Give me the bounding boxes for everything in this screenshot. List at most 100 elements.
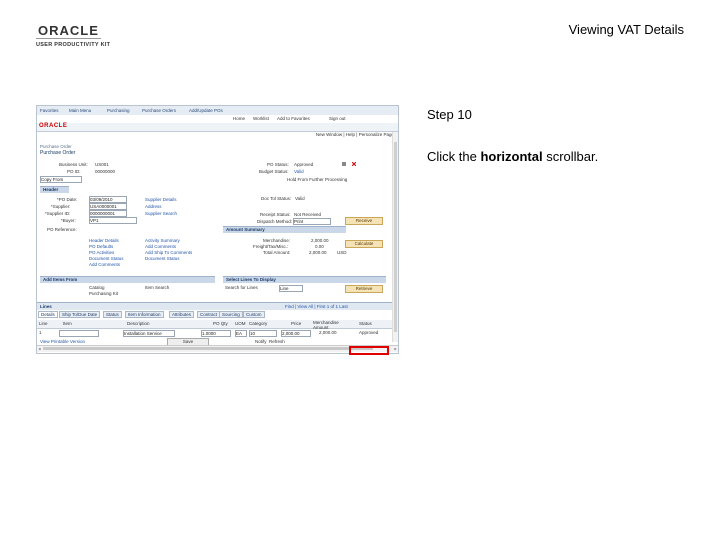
menu-item[interactable]: Home: [233, 116, 245, 121]
doc-tol-label: Doc Tol Status:: [261, 196, 292, 201]
add-comments-link[interactable]: Add Comments: [89, 262, 120, 267]
po-reference-label: PO Reference:: [47, 227, 77, 232]
supplier-id-field[interactable]: 0000000001: [89, 210, 127, 217]
buyer-field[interactable]: VP1: [89, 217, 137, 224]
header-details-link[interactable]: Header Details: [89, 238, 119, 243]
amount-summary-section[interactable]: Amount Summary: [223, 226, 346, 233]
hold-checkbox-label[interactable]: Hold From Further Processing: [287, 177, 347, 182]
receive-button[interactable]: Receive: [345, 217, 383, 225]
calculate-button[interactable]: Calculate: [345, 240, 383, 248]
cell-item[interactable]: [59, 330, 99, 337]
scroll-left-arrow-icon[interactable]: ◂: [37, 346, 42, 351]
catalog-label[interactable]: Catalog: [89, 285, 105, 290]
notify-link[interactable]: Notify: [255, 339, 267, 344]
col-merchandise-amount: Merchandise Amount: [313, 320, 339, 330]
merchandise-value: 2,000.00: [311, 238, 329, 243]
tab-sourcing[interactable]: Sourcing: [219, 311, 243, 318]
copy-from-select[interactable]: Copy From: [40, 176, 82, 183]
click-target-highlight[interactable]: [349, 346, 389, 355]
business-unit-value: US001: [95, 162, 109, 167]
header-section[interactable]: Header: [40, 186, 69, 193]
tab-ship-to[interactable]: Ship To/Due Date: [59, 311, 101, 318]
nav-item[interactable]: Main Menu: [69, 108, 91, 113]
cell-po-qty[interactable]: 1.0000: [201, 330, 231, 337]
save-icon[interactable]: [342, 162, 346, 166]
step-instruction: Click the horizontal scrollbar.: [427, 149, 598, 164]
col-description: Description: [127, 321, 150, 326]
tab-contract[interactable]: Contract: [197, 311, 221, 318]
instruction-bold: horizontal: [480, 149, 543, 164]
supplier-search-link[interactable]: Supplier Search: [145, 211, 177, 216]
grid-navigation[interactable]: Find | View All | First 1 of 1 Last: [285, 304, 348, 309]
po-status-label: PO Status:: [267, 162, 289, 167]
address-link[interactable]: Address: [145, 204, 162, 209]
freight-value: 0.00: [315, 244, 324, 249]
document-status-link-2[interactable]: Document Status: [145, 256, 180, 261]
menu-item[interactable]: Add to Favorites: [277, 116, 310, 121]
activity-summary-link[interactable]: Activity Summary: [145, 238, 180, 243]
tab-attributes[interactable]: Attributes: [169, 311, 195, 318]
line-select[interactable]: Line: [279, 285, 303, 292]
doc-tol-value: Valid: [295, 196, 305, 201]
lines-grid-title: Lines: [40, 304, 52, 309]
grid-tabs: Details Ship To/Due Date Status Item Inf…: [37, 311, 398, 318]
printable-version-link[interactable]: View Printable Version: [40, 339, 85, 344]
delete-icon[interactable]: [352, 162, 356, 166]
col-item: Item: [63, 321, 72, 326]
menu-bar: Home Worklist Add to Favorites Sign out: [37, 115, 398, 123]
po-activities-link[interactable]: PO Activities: [89, 250, 114, 255]
po-defaults-link[interactable]: PO Defaults: [89, 244, 113, 249]
cell-category[interactable]: 10: [249, 330, 277, 337]
ship-to-comments-link[interactable]: Add Ship To Comments: [145, 250, 192, 255]
instruction-prefix: Click the: [427, 149, 481, 164]
add-items-section[interactable]: Add Items From: [40, 276, 215, 283]
add-comments-link-2[interactable]: Add Comments: [145, 244, 176, 249]
nav-item[interactable]: Purchase Orders: [142, 108, 176, 113]
tab-status[interactable]: Status: [103, 311, 122, 318]
freight-label: Freight/Tax/Misc.:: [253, 244, 289, 249]
horizontal-scrollbar[interactable]: ◂ ▸: [37, 345, 398, 352]
nav-item[interactable]: Purchasing: [107, 108, 130, 113]
supplier-details-link[interactable]: Supplier Details: [145, 197, 177, 202]
po-date-label: *PO Date:: [57, 197, 78, 202]
col-po-qty: PO Qty: [213, 321, 228, 326]
po-date-field[interactable]: 03/09/2010: [89, 196, 127, 203]
col-category: Category: [249, 321, 268, 326]
po-id-label: PO ID:: [67, 169, 81, 174]
vertical-scrollbar[interactable]: [392, 132, 398, 342]
logo-text: ORACLE: [36, 23, 101, 39]
oracle-bar: ORACLE: [37, 123, 398, 132]
tab-item-information[interactable]: Item Information: [125, 311, 164, 318]
cell-status: Approved: [359, 330, 379, 335]
nav-item[interactable]: Add/Update POs: [189, 108, 223, 113]
col-status: Status: [359, 321, 372, 326]
po-id-value: 00000000: [95, 169, 116, 174]
nav-item[interactable]: Favorites: [40, 108, 59, 113]
menu-item[interactable]: Worklist: [253, 116, 269, 121]
currency-value: USD: [337, 250, 347, 255]
select-lines-section[interactable]: Select Lines To Display: [223, 276, 386, 283]
purchasing-kit-label[interactable]: Purchasing Kit: [89, 291, 118, 296]
retrieve-button[interactable]: Retrieve: [345, 285, 383, 293]
top-navigation: Favorites Main Menu Purchasing Purchase …: [37, 106, 398, 115]
tab-custom[interactable]: Custom: [243, 311, 265, 318]
document-status-link[interactable]: Document Status: [89, 256, 124, 261]
vertical-scrollbar-thumb[interactable]: [394, 142, 397, 332]
menu-item[interactable]: Sign out: [329, 116, 346, 121]
step-label: Step 10: [427, 107, 472, 122]
page-links[interactable]: New Window | Help | Personalize Page: [316, 132, 394, 137]
refresh-link[interactable]: Refresh: [269, 339, 285, 344]
breadcrumb[interactable]: Purchase Order: [40, 144, 72, 149]
scroll-right-arrow-icon[interactable]: ▸: [393, 346, 398, 351]
horizontal-scrollbar-thumb[interactable]: [43, 347, 373, 350]
cell-uom[interactable]: EA: [235, 330, 247, 337]
lines-grid-bar: Lines Find | View All | First 1 of 1 Las…: [37, 302, 398, 310]
budget-status-value[interactable]: Valid: [294, 169, 304, 174]
total-label: Total Amount:: [263, 250, 291, 255]
item-search-label[interactable]: Item Search: [145, 285, 169, 290]
tab-details[interactable]: Details: [38, 311, 58, 318]
supplier-field[interactable]: USA0000001: [89, 203, 127, 210]
cell-price[interactable]: 2,000.00: [281, 330, 311, 337]
dispatch-select[interactable]: Print: [293, 218, 331, 225]
cell-description[interactable]: Installation Service: [123, 330, 175, 337]
